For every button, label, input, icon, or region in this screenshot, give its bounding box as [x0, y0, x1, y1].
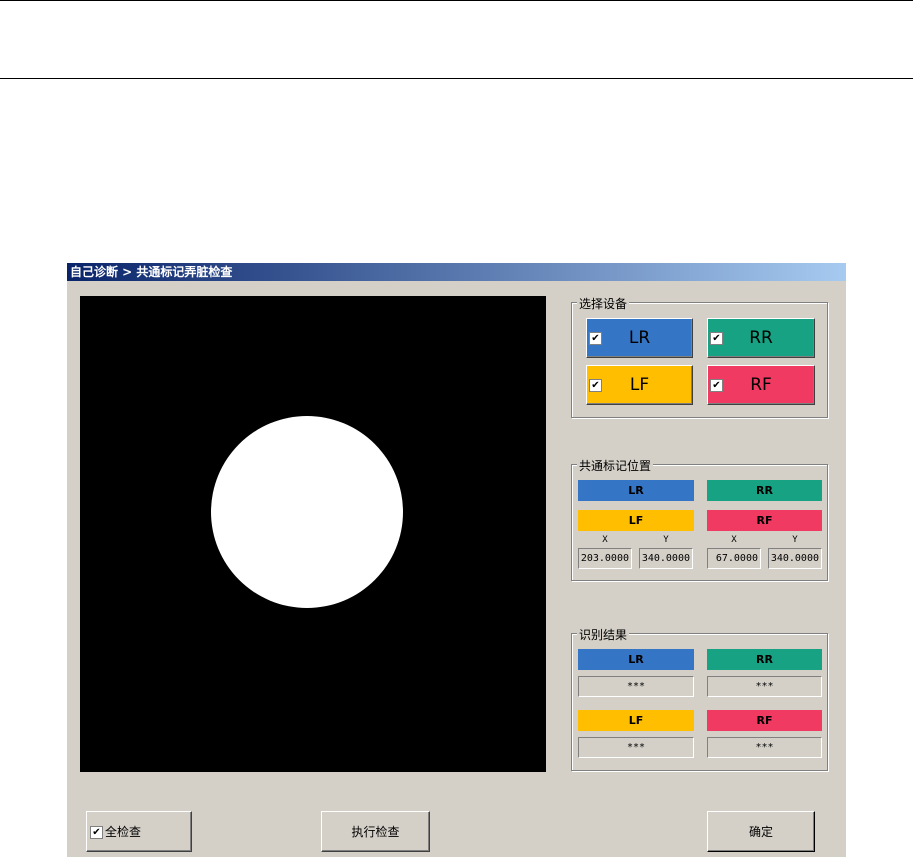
- x-label: X: [731, 535, 737, 545]
- checkbox-lr[interactable]: ✔: [589, 332, 602, 345]
- result-tag-lr: LR: [578, 649, 694, 670]
- result-tag-lf: LF: [578, 710, 694, 731]
- group-label: 共通标记位置: [577, 457, 654, 474]
- checkbox-rf[interactable]: ✔: [710, 379, 723, 392]
- group-label: 选择设备: [577, 295, 630, 312]
- check-all-button[interactable]: ✔ 全检查: [86, 811, 192, 852]
- device-button-lr[interactable]: ✔ LR: [586, 318, 693, 358]
- tag-rf: RF: [707, 510, 822, 531]
- detected-mark: [211, 416, 403, 608]
- header-divider: [0, 78, 913, 79]
- device-button-lf[interactable]: ✔ LF: [586, 365, 693, 405]
- button-label: RF: [750, 375, 772, 395]
- device-button-rf[interactable]: ✔ RF: [707, 365, 815, 405]
- button-label: LR: [628, 328, 651, 348]
- x-label: X: [602, 535, 608, 545]
- top-divider: [0, 0, 913, 1]
- result-tag-rf: RF: [707, 710, 822, 731]
- button-label: 全检查: [105, 825, 142, 839]
- left-y-field: 340.0000: [639, 548, 693, 569]
- result-lf: ***: [578, 737, 694, 758]
- button-label: LF: [629, 375, 650, 395]
- group-label: 识别结果: [577, 626, 630, 643]
- right-y-field: 340.0000: [768, 548, 822, 569]
- result-rf: ***: [707, 737, 822, 758]
- right-x-field: 67.0000: [707, 548, 761, 569]
- execute-check-button[interactable]: 执行检查: [321, 811, 430, 852]
- result-tag-rr: RR: [707, 649, 822, 670]
- button-label: RR: [749, 328, 773, 348]
- dialog-window: 自己诊断 > 共通标记弄脏检查 选择设备 ✔ LR ✔ RR ✔ LF ✔ RF 共通标…: [66, 262, 847, 858]
- checkbox-lf[interactable]: ✔: [589, 379, 602, 392]
- left-x-field: 203.0000: [578, 548, 632, 569]
- check-all-checkbox[interactable]: ✔: [90, 825, 103, 839]
- tag-lr: LR: [578, 480, 694, 501]
- result-lr: ***: [578, 676, 694, 697]
- window-title: 自己诊断 > 共通标记弄脏检查: [67, 263, 846, 281]
- device-button-rr[interactable]: ✔ RR: [707, 318, 815, 358]
- y-label: Y: [792, 535, 798, 545]
- camera-view: [80, 296, 546, 772]
- y-label: Y: [663, 535, 669, 545]
- result-rr: ***: [707, 676, 822, 697]
- tag-rr: RR: [707, 480, 822, 501]
- tag-lf: LF: [578, 510, 694, 531]
- ok-button[interactable]: 确定: [707, 811, 815, 852]
- checkbox-rr[interactable]: ✔: [710, 332, 723, 345]
